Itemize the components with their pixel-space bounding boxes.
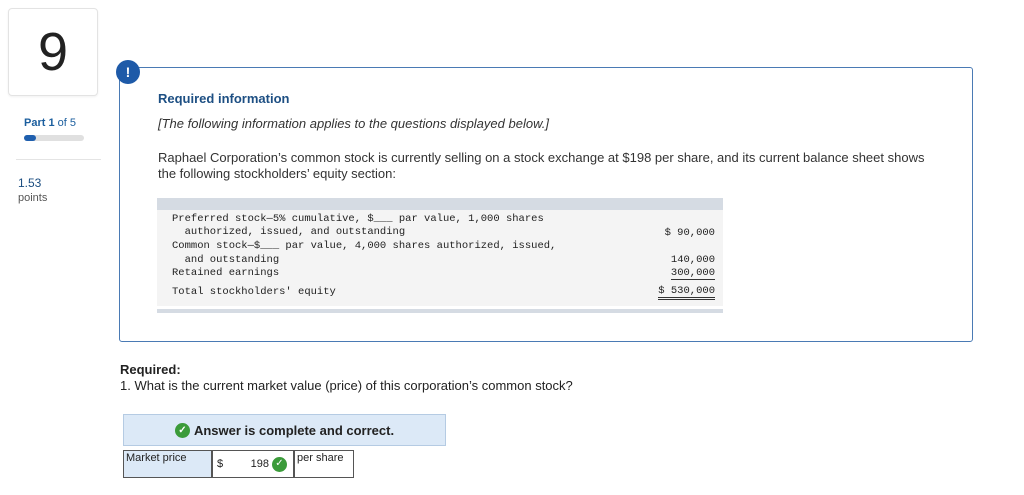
part-progress-fill xyxy=(24,135,36,141)
points-value: 1.53 xyxy=(18,176,42,190)
table-footer-bar xyxy=(157,309,723,313)
part-total: of 5 xyxy=(57,117,77,129)
sidebar-divider xyxy=(16,159,101,160)
equity-line-common-cont: and outstanding xyxy=(172,254,280,266)
currency-symbol: $ xyxy=(217,458,224,470)
equity-line-preferred-cont: authorized, issued, and outstanding xyxy=(172,226,406,238)
amount-retained: 300,000 xyxy=(670,267,715,280)
answer-status-text: Answer is complete and correct. xyxy=(193,422,395,438)
answer-row-label: Market price xyxy=(123,450,212,478)
check-icon: ✓ xyxy=(174,422,190,438)
part-current: 1 xyxy=(48,117,55,129)
equity-line-common: Common stock—$___ par value, 4,000 share… xyxy=(172,240,557,252)
equity-line-total: Total stockholders' equity xyxy=(172,286,336,298)
required-info-body: Raphael Corporation’s common stock is cu… xyxy=(158,150,925,181)
equity-line-retained: Retained earnings xyxy=(172,267,280,279)
answer-unit: per share xyxy=(294,450,354,478)
amount-common: 140,000 xyxy=(670,254,715,266)
answer-row: Market price $ 198 ✓ per share xyxy=(123,450,354,478)
required-info-note: [The following information applies to th… xyxy=(158,116,549,131)
required-label: Required: xyxy=(120,362,181,377)
answer-status-banner: ✓ Answer is complete and correct. xyxy=(123,414,446,446)
market-price-input[interactable]: $ 198 ✓ xyxy=(212,450,294,478)
market-price-value: 198 xyxy=(250,458,269,470)
required-info-title: Required information xyxy=(158,91,290,106)
points-label: points xyxy=(18,192,48,204)
amount-preferred: $ 90,000 xyxy=(664,227,715,239)
part-label: Part xyxy=(24,117,46,129)
question-text: 1. What is the current market value (pri… xyxy=(120,378,573,393)
alert-icon: ! xyxy=(116,60,140,84)
equity-line-preferred: Preferred stock—5% cumulative, $___ par … xyxy=(172,213,544,225)
stockholders-equity-table: Preferred stock—5% cumulative, $___ par … xyxy=(157,198,723,306)
check-icon: ✓ xyxy=(272,456,287,472)
part-progress-bar xyxy=(24,135,84,141)
question-number: 9 xyxy=(8,8,98,96)
table-header-bar xyxy=(157,198,723,210)
amount-total: $ 530,000 xyxy=(658,285,715,300)
part-indicator: Part 1 of 5 xyxy=(24,117,76,129)
